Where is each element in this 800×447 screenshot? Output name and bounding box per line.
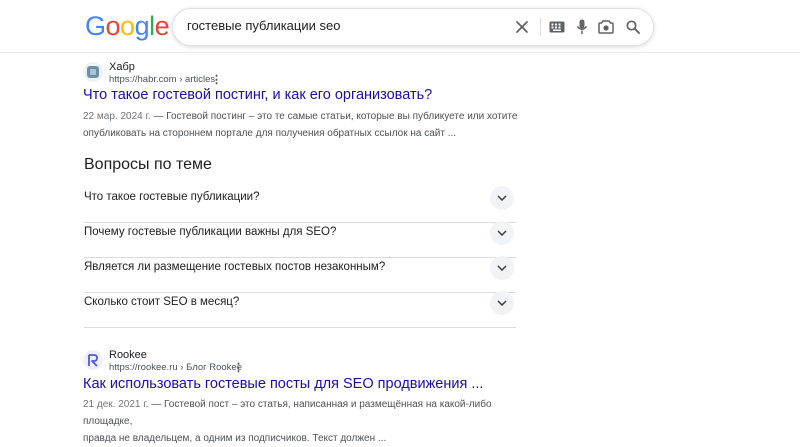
result-title-link[interactable]: Что такое гостевой постинг, и как его ор… xyxy=(83,87,432,103)
search-box xyxy=(172,8,654,46)
paa-question: Почему гостевые публикации важны для SEO… xyxy=(84,226,337,238)
snippet-line: 21 дек. 2021 г. — Гостевой пост – это ст… xyxy=(83,396,523,430)
logo-letter: G xyxy=(85,11,106,41)
chevron-down-icon[interactable] xyxy=(490,186,514,210)
search-divider xyxy=(540,18,541,36)
result-url[interactable]: https://rookee.ru › Блог Rookee xyxy=(109,362,242,373)
chevron-down-icon[interactable] xyxy=(490,256,514,280)
snippet-line: опубликовать на стороннем портале для по… xyxy=(83,128,457,139)
more-options-icon[interactable]: ⋮ xyxy=(233,361,244,374)
more-options-icon[interactable]: ⋮ xyxy=(211,73,222,86)
snippet-line: 22 мар. 2024 г. — Гостевой постинг – это… xyxy=(83,108,523,125)
paa-heading: Вопросы по теме xyxy=(84,156,212,173)
google-logo[interactable]: Google xyxy=(85,11,170,42)
paa-question: Сколько стоит SEO в месяц? xyxy=(84,296,240,308)
rookee-favicon xyxy=(83,350,103,370)
keyboard-icon[interactable] xyxy=(548,18,566,36)
result-url[interactable]: https://habr.com › articles xyxy=(109,74,215,85)
logo-letter: e xyxy=(154,11,170,41)
search-header: Google xyxy=(0,0,800,53)
logo-letter: o xyxy=(105,11,121,41)
result-date: 22 мар. 2024 г. xyxy=(83,111,151,122)
snippet-line: правда не владельцем, а одним из подписч… xyxy=(83,433,387,444)
result-site-name: Хабр xyxy=(109,61,135,73)
result-snippet: 21 дек. 2021 г. — Гостевой пост – это ст… xyxy=(83,396,523,447)
close-icon[interactable] xyxy=(513,18,531,36)
result-site-name: Rookee xyxy=(109,349,147,361)
snippet-text: — Гостевой постинг – это те самые статьи… xyxy=(150,111,518,122)
search-icon[interactable] xyxy=(624,18,642,36)
paa-question: Что такое гостевые публикации? xyxy=(84,191,260,203)
microphone-icon[interactable] xyxy=(573,18,591,36)
result-snippet: 22 мар. 2024 г. — Гостевой постинг – это… xyxy=(83,108,523,142)
chevron-down-icon[interactable] xyxy=(490,221,514,245)
result-title-link[interactable]: Как использовать гостевые посты для SEO … xyxy=(83,376,483,392)
paa-question: Является ли размещение гостевых постов н… xyxy=(84,261,386,273)
logo-letter: o xyxy=(120,11,135,41)
search-input[interactable] xyxy=(187,18,507,33)
logo-letter: g xyxy=(134,11,150,41)
result-date: 21 дек. 2021 г. xyxy=(83,399,149,410)
paa-question-row[interactable]: Сколько стоит SEO в месяц? xyxy=(84,279,516,328)
chevron-down-icon[interactable] xyxy=(490,291,514,315)
habr-favicon xyxy=(83,62,103,82)
lens-icon[interactable] xyxy=(597,18,615,36)
